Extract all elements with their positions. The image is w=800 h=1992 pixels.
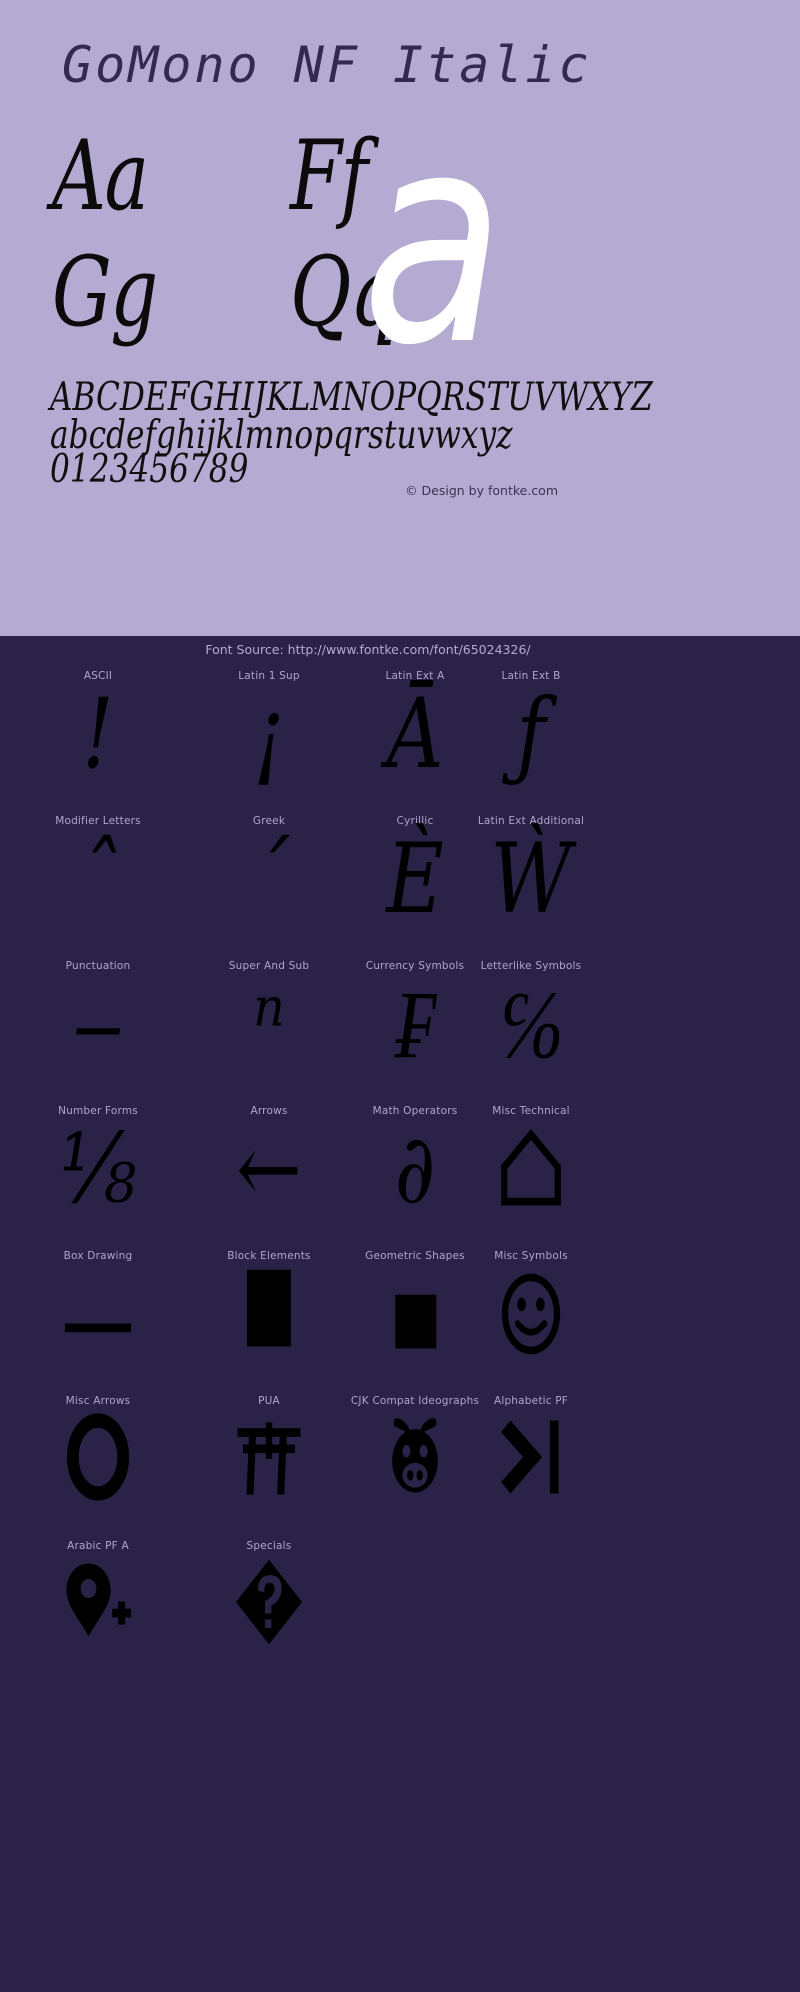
heavy-circle-icon <box>18 1409 179 1505</box>
horizontal-bar-icon <box>18 1264 179 1360</box>
unicode-block-row: Punctuation ‒ Super And Sub ⁿ Currency Symbo… <box>0 960 800 1105</box>
unicode-block-cell: Specials <box>171 1540 367 1685</box>
alphabet-uppercase: ABCDEFGHIJKLMNOPQRSTUVWXYZ <box>50 375 653 420</box>
unicode-block-cell: Misc Technical <box>433 1105 629 1250</box>
digits-row: 0123456789 <box>50 447 249 492</box>
unicode-block-glyph: Ẁ <box>490 823 572 935</box>
unicode-block-grid: ASCII! Latin 1 Sup ¡ Latin Ext A Ā Latin Ext … <box>0 670 800 1685</box>
unicode-block-cell: Latin Ext Bƒ <box>433 670 629 815</box>
unicode-block-label: Arabic PF A <box>67 1540 129 1552</box>
hero-letter: a <box>362 72 505 409</box>
house-outline-icon <box>451 1119 612 1215</box>
unicode-block-glyph: ⅛ <box>59 1113 137 1225</box>
unicode-block-row: Misc Arrows PUA CJK Compat Ideographs Alpha… <box>0 1395 800 1540</box>
unicode-block-glyph: ! <box>82 678 114 790</box>
font-source-link[interactable]: Font Source: http://www.fontke.com/font/… <box>0 642 800 657</box>
unicode-block-cell: Number Forms ⅛ <box>0 1105 196 1250</box>
unicode-block-glyph: ℅ <box>498 968 564 1080</box>
replacement-character-icon <box>189 1554 350 1650</box>
unicode-block-label: Box Drawing <box>63 1250 133 1262</box>
design-credit: © Design by fontke.com <box>405 483 558 498</box>
font-specimen-page: GoMono NF Italic Aa Ff Gg Qq a ABCDEFGHI… <box>0 0 800 1992</box>
font-title: GoMono NF Italic <box>62 36 592 94</box>
sample-pair-gg: Gg <box>52 236 158 348</box>
unicode-block-label: Alphabetic PF <box>493 1395 569 1407</box>
specimen-preview-section: GoMono NF Italic Aa Ff Gg Qq a ABCDEFGHI… <box>0 0 800 636</box>
unicode-block-cell: Letterlike Symbols ℅ <box>433 960 629 1105</box>
unicode-block-cell: Box Drawing <box>0 1250 196 1395</box>
unicode-block-cell: Punctuation ‒ <box>0 960 196 1105</box>
unicode-block-row: Modifier Letters ˆ Greek ΄ Cyrillic Ѐ Latin Ex… <box>0 815 800 960</box>
unicode-block-cell: Modifier Letters ˆ <box>0 815 196 960</box>
skip-to-end-icon <box>451 1409 612 1505</box>
unicode-block-glyph: ˆ <box>78 823 118 935</box>
map-pin-plus-icon <box>18 1554 179 1650</box>
unicode-block-label: Misc Arrows <box>65 1395 131 1407</box>
unicode-block-row: Arabic PF A Specials <box>0 1540 800 1685</box>
unicode-block-cell: Alphabetic PF <box>433 1395 629 1540</box>
unicode-block-cell: Misc Arrows <box>0 1395 196 1540</box>
unicode-block-cell: Misc Symbols <box>433 1250 629 1395</box>
unicode-block-glyph: ƒ <box>516 678 546 790</box>
unicode-block-cell: Latin Ext Additional Ẁ <box>433 815 629 960</box>
unicode-block-label: Specials <box>246 1540 292 1552</box>
smiley-face-icon <box>451 1264 612 1360</box>
sample-pair-aa: Aa <box>52 120 149 232</box>
unicode-block-row: Box Drawing Block Elements Geometric Shape… <box>0 1250 800 1395</box>
unicode-block-row: Number Forms ⅛ Arrows ← Math Operators ∂ Misc … <box>0 1105 800 1250</box>
unicode-blocks-section: Font Source: http://www.fontke.com/font/… <box>0 636 800 1992</box>
unicode-block-label: Misc Technical <box>492 1105 570 1117</box>
unicode-block-label: Misc Symbols <box>494 1250 568 1262</box>
unicode-block-row: ASCII! Latin 1 Sup ¡ Latin Ext A Ā Latin Ext … <box>0 670 800 815</box>
sample-pair-ff: Ff <box>290 120 368 232</box>
unicode-block-cell: ASCII! <box>0 670 196 815</box>
unicode-block-cell: Arabic PF A <box>0 1540 196 1685</box>
unicode-block-glyph: ‒ <box>72 968 124 1080</box>
